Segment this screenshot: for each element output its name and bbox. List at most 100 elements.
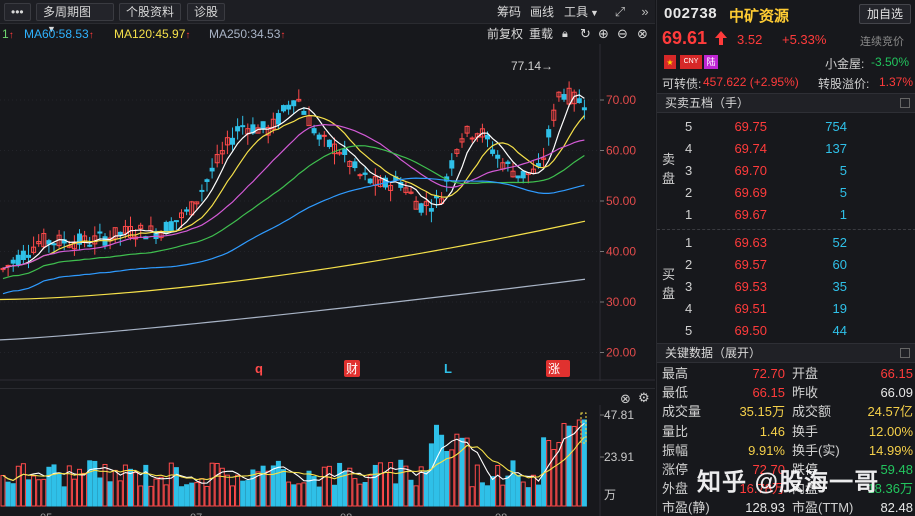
- key-data-label: 成交额: [792, 404, 832, 420]
- key-data-label: 振幅: [662, 442, 689, 458]
- volume-tick-label: 万: [604, 488, 616, 502]
- candlestick-chart[interactable]: 70.00 60.00 50.00 40.00 30.00 20.00 77.14→ q 财 L 涨: [0, 44, 655, 381]
- candle-body: [520, 170, 526, 179]
- candle-body: [316, 134, 322, 140]
- volume-bar: [270, 465, 276, 507]
- up-arrow-icon: ↑: [280, 30, 286, 41]
- china-flag-icon: ★: [664, 55, 676, 69]
- lock-icon[interactable]: 🔒︎: [562, 25, 568, 43]
- stock-info-button[interactable]: 个股资料: [119, 3, 182, 21]
- refresh-icon[interactable]: ↻: [580, 25, 591, 43]
- orderbook-divider: [657, 229, 915, 230]
- key-data-value: 24.57亿: [867, 404, 913, 420]
- orderbook-row[interactable]: 3 69.70 5: [657, 160, 915, 181]
- candle-body: [199, 189, 205, 192]
- orderbook-row[interactable]: 2 69.57 60: [657, 254, 915, 275]
- key-data-label: 涨停: [662, 462, 689, 477]
- level-volume: 137: [825, 141, 847, 156]
- level-number: 1: [685, 207, 693, 222]
- restore-right-button[interactable]: 前复权: [487, 25, 523, 43]
- price-tick-label: 30.00: [606, 295, 636, 309]
- currency-badge: CNY: [680, 55, 702, 69]
- zoom-out-icon[interactable]: ⊖: [617, 25, 628, 43]
- volume-bar: [485, 485, 490, 507]
- collapse-panel-icon[interactable]: »: [636, 3, 654, 21]
- volume-bar: [398, 459, 404, 507]
- diagnose-button[interactable]: 诊股: [187, 3, 226, 21]
- orderbook-row[interactable]: 1 69.63 52: [657, 232, 915, 253]
- orderbook-row[interactable]: 4 69.51 19: [657, 298, 915, 319]
- small-gold-label: 小金屋:: [825, 57, 865, 71]
- candle-body: [51, 243, 57, 246]
- candle-body: [515, 175, 521, 179]
- level-volume: 44: [832, 323, 847, 338]
- candle-body: [184, 209, 190, 212]
- level-volume: 5: [839, 185, 847, 200]
- key-data-label: 成交量: [662, 404, 702, 420]
- menu-button[interactable]: •••: [4, 3, 31, 21]
- candle-body: [321, 134, 327, 137]
- volume-bar: [337, 462, 343, 507]
- tools-label: 工具: [564, 5, 589, 19]
- settings-icon[interactable]: ⚙: [638, 390, 650, 406]
- candle-body: [536, 163, 541, 167]
- level-price: 69.70: [734, 163, 767, 178]
- add-watchlist-button[interactable]: 加自选: [859, 4, 911, 24]
- up-arrow-icon: ↑: [185, 30, 191, 41]
- level-number: 4: [685, 141, 693, 156]
- month-label: 05: [40, 512, 52, 516]
- volume-bar: [189, 482, 195, 507]
- fullscreen-icon[interactable]: ⤢: [611, 3, 629, 21]
- multi-period-dropdown[interactable]: 多周期图 ▼: [36, 3, 114, 34]
- stock-name[interactable]: 中矿资源: [729, 5, 789, 26]
- level-volume: 52: [832, 235, 847, 250]
- month-label: 08: [495, 512, 507, 516]
- collapse-icon[interactable]: [900, 98, 910, 108]
- orderbook-row[interactable]: 5 69.75 754: [657, 116, 915, 137]
- candle-body: [291, 100, 297, 107]
- orderbook-row[interactable]: 1 69.67 1: [657, 204, 915, 225]
- orderbook-row[interactable]: 3 69.53 35: [657, 276, 915, 297]
- level-number: 1: [685, 235, 693, 250]
- orderbook-header[interactable]: 买卖五档（手）: [657, 93, 915, 113]
- volume-bar: [291, 484, 297, 507]
- volume-chart[interactable]: 47.81 23.91 万 05 07 08 08: [0, 405, 655, 516]
- tools-dropdown[interactable]: 工具 ▼: [564, 4, 599, 21]
- volume-bar: [46, 466, 52, 507]
- draw-line-button[interactable]: 画线: [530, 4, 554, 20]
- key-data-row: 市盈(静) 128.93 市盈(TTM) 82.48: [657, 498, 915, 516]
- candle-body: [281, 105, 286, 112]
- volume-bar: [505, 475, 511, 507]
- trading-status: 连续竞价: [860, 36, 904, 48]
- volume-bar: [173, 467, 179, 507]
- orderbook-row[interactable]: 5 69.50 44: [657, 320, 915, 341]
- volume-bar: [311, 476, 317, 507]
- level-volume: 5: [839, 163, 847, 178]
- last-price: 69.61: [662, 28, 708, 48]
- overlay-button[interactable]: 重载: [529, 25, 553, 43]
- volume-bar: [525, 487, 531, 507]
- stock-connect-badge: 陆: [704, 55, 718, 69]
- candle-body: [495, 154, 501, 159]
- event-marker: 涨: [548, 361, 560, 376]
- orderbook-row[interactable]: 2 69.69 5: [657, 182, 915, 203]
- ma60-label: MA60:58.53↑: [24, 25, 94, 45]
- candle-body: [326, 139, 332, 148]
- candle-body: [561, 94, 567, 100]
- orderbook-row[interactable]: 4 69.74 137: [657, 138, 915, 159]
- volume-bar: [306, 470, 312, 507]
- key-data-row: 成交量 35.15万 成交额 24.57亿: [657, 402, 915, 421]
- ma-legend-row: 1↑ MA60:58.53↑ MA120:45.97↑ MA250:34.53↑…: [0, 25, 655, 43]
- level-volume: 60: [832, 257, 847, 272]
- key-data-header[interactable]: 关键数据（展开）: [657, 343, 915, 363]
- candle-body: [311, 128, 317, 134]
- close-icon[interactable]: ⊗: [637, 25, 648, 43]
- zoom-in-icon[interactable]: ⊕: [598, 25, 609, 43]
- candle-body: [576, 98, 582, 104]
- key-data-row: 最高 72.70 开盘 66.15: [657, 364, 915, 383]
- key-data-value: 9.91%: [748, 442, 785, 458]
- convertible-value[interactable]: 457.622 (+2.95%): [703, 75, 799, 89]
- collapse-icon[interactable]: [900, 348, 910, 358]
- up-arrow-icon: ↑: [88, 30, 94, 41]
- chips-button[interactable]: 筹码: [497, 4, 521, 20]
